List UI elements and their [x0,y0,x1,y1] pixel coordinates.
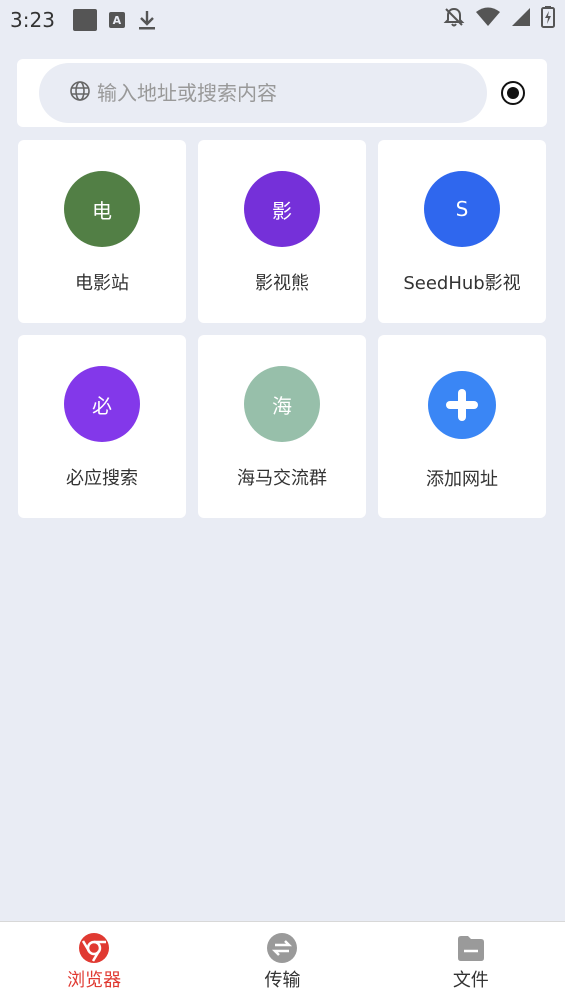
tile-label: 电影站 [75,273,129,294]
shortcut-tile-haima[interactable]: 海 海马交流群 [198,335,366,518]
transfer-icon [266,932,298,964]
battery-charging-icon [541,6,555,32]
tile-label: 海马交流群 [237,468,327,489]
tile-avatar: 必 [64,366,140,442]
tile-avatar: 影 [244,171,320,247]
wifi-icon [475,7,501,31]
shortcut-tile-dianyingzhan[interactable]: 电 电影站 [18,140,186,323]
shortcut-tile-bing[interactable]: 必 必应搜索 [18,335,186,518]
record-icon[interactable] [501,81,525,105]
search-bar[interactable] [39,63,487,123]
nav-transfer[interactable]: 传输 [188,922,376,1004]
plus-icon [428,371,496,439]
tile-avatar: 海 [244,366,320,442]
tile-avatar: 电 [64,171,140,247]
nav-files[interactable]: 文件 [377,922,565,1004]
status-time: 3:23 [10,8,55,32]
tile-label: SeedHub影视 [403,273,521,294]
signal-icon [511,7,531,31]
square-notification-icon [72,9,97,31]
nav-label: 传输 [264,970,301,991]
nav-browser[interactable]: 浏览器 [0,922,188,1004]
tile-avatar: S [424,171,500,247]
shortcut-tile-seedhub[interactable]: S SeedHub影视 [378,140,546,323]
nav-label: 文件 [452,970,489,991]
bottom-nav: 浏览器 传输 文件 [0,921,565,1004]
browser-icon [78,932,110,964]
folder-icon [455,932,487,964]
status-bar: 3:23 A [0,0,565,40]
tile-label: 添加网址 [426,469,498,490]
globe-icon [69,80,91,106]
mute-bell-icon [443,6,465,32]
search-bar-card [17,59,547,127]
tile-label: 影视熊 [255,273,309,294]
add-url-tile[interactable]: 添加网址 [378,335,546,518]
a-notification-icon: A [108,12,125,28]
search-input[interactable] [97,81,477,105]
nav-label: 浏览器 [67,970,122,991]
tile-label: 必应搜索 [66,468,138,489]
download-icon [137,9,157,31]
shortcut-tile-yingshixiong[interactable]: 影 影视熊 [198,140,366,323]
